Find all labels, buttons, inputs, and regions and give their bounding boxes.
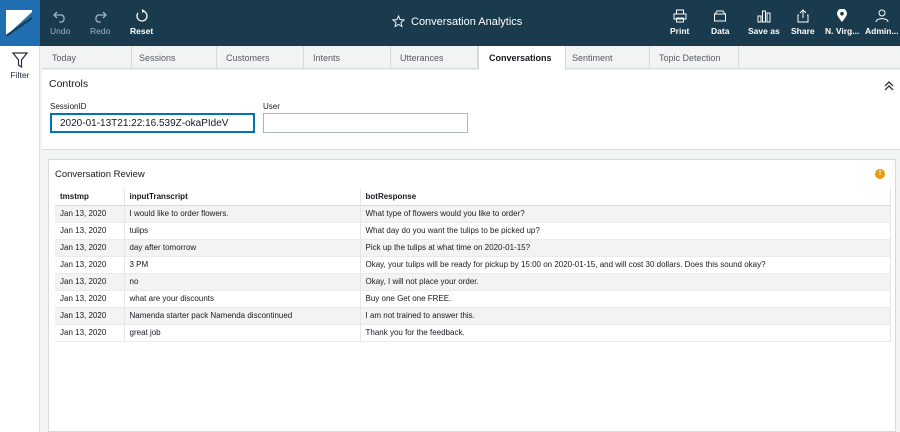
tab-conversations[interactable]: Conversations <box>478 46 566 70</box>
cell-bot-response: Buy one Get one FREE. <box>360 290 891 308</box>
reset-button[interactable]: Reset <box>130 6 153 36</box>
user-input[interactable] <box>263 113 468 133</box>
cell-tmstmp: Jan 13, 2020 <box>55 222 125 240</box>
table-row[interactable]: Jan 13, 2020 no Okay, I will not place you… <box>55 273 891 291</box>
share-label: Share <box>791 26 815 36</box>
save-as-label: Save as <box>748 26 780 36</box>
reset-icon <box>130 6 153 23</box>
panel-title: Conversation Review <box>55 169 145 180</box>
session-id-label: SessionID <box>50 102 87 111</box>
cell-input-transcript: I would like to order flowers. <box>124 205 361 223</box>
cell-input-transcript: day after tomorrow <box>124 239 361 257</box>
cell-tmstmp: Jan 13, 2020 <box>55 273 125 291</box>
admin-label: Admin... <box>865 26 899 36</box>
tab-customers[interactable]: Customers <box>216 46 304 69</box>
cell-bot-response: Thank you for the feedback. <box>360 324 891 342</box>
cell-input-transcript: no <box>124 273 361 291</box>
column-header-bot-response[interactable]: botResponse <box>360 189 891 206</box>
table-row[interactable]: Jan 13, 2020 great job Thank you for the f… <box>55 324 891 342</box>
cell-input-transcript: tulips <box>124 222 361 240</box>
cell-tmstmp: Jan 13, 2020 <box>55 324 125 342</box>
conversation-table: tmstmp inputTranscript botResponse Jan 1… <box>55 189 891 342</box>
session-id-input[interactable]: 2020-01-13T21:22:16.539Z-okaPIdeV <box>50 113 255 133</box>
conversation-review-panel: Conversation Review ! tmstmp inputTransc… <box>48 159 896 432</box>
admin-button[interactable]: Admin... <box>865 6 899 36</box>
data-icon <box>711 6 729 23</box>
region-label: N. Virg... <box>825 26 860 36</box>
cell-input-transcript: Namenda starter pack Namenda discontinue… <box>124 307 361 325</box>
filter-button[interactable]: Filter <box>5 52 35 80</box>
cell-input-transcript: what are your discounts <box>124 290 361 308</box>
cell-bot-response: Okay, I will not place your order. <box>360 273 891 291</box>
cell-tmstmp: Jan 13, 2020 <box>55 290 125 308</box>
tab-today[interactable]: Today <box>42 46 132 69</box>
tab-sessions[interactable]: Sessions <box>129 46 217 69</box>
collapse-up-icon <box>884 81 894 91</box>
table-row[interactable]: Jan 13, 2020 tulips What day do you want t… <box>55 222 891 240</box>
undo-label: Undo <box>50 26 71 36</box>
user-icon <box>865 6 899 23</box>
filter-label: Filter <box>10 70 30 80</box>
print-label: Print <box>670 26 690 36</box>
table-row[interactable]: Jan 13, 2020 what are your discounts Buy o… <box>55 290 891 308</box>
table-row[interactable]: Jan 13, 2020 Namenda starter pack Namenda… <box>55 307 891 325</box>
cell-bot-response: What day do you want the tulips to be pi… <box>360 222 891 240</box>
cell-bot-response: I am not trained to answer this. <box>360 307 891 325</box>
tab-topic-detection[interactable]: Topic Detection <box>649 46 739 69</box>
share-icon <box>791 6 815 23</box>
page-title: Conversation Analytics <box>411 15 523 28</box>
location-pin-icon <box>825 6 859 23</box>
cell-tmstmp: Jan 13, 2020 <box>55 307 125 325</box>
cell-input-transcript: 3 PM <box>124 256 361 274</box>
top-toolbar: Undo Redo Reset Conversation Analytics P… <box>0 0 900 46</box>
data-button[interactable]: Data <box>711 6 729 36</box>
redo-label: Redo <box>90 26 111 36</box>
column-header-input-transcript[interactable]: inputTranscript <box>124 189 361 206</box>
dashboard-title[interactable]: Conversation Analytics <box>392 15 522 28</box>
undo-icon <box>50 6 70 23</box>
data-label: Data <box>711 26 730 36</box>
tab-sentiment[interactable]: Sentiment <box>562 46 650 69</box>
logo-icon <box>5 10 33 37</box>
filter-icon <box>11 52 29 69</box>
print-button[interactable]: Print <box>670 6 689 36</box>
table-row[interactable]: Jan 13, 2020 3 PM Okay, your tulips will b… <box>55 256 891 274</box>
cell-tmstmp: Jan 13, 2020 <box>55 205 125 223</box>
tab-intents[interactable]: Intents <box>303 46 391 69</box>
warning-icon[interactable]: ! <box>875 169 885 179</box>
cell-tmstmp: Jan 13, 2020 <box>55 256 125 274</box>
sheet-tabs: Today Sessions Customers Intents Utteran… <box>42 46 900 70</box>
table-row[interactable]: Jan 13, 2020 day after tomorrow Pick up th… <box>55 239 891 257</box>
redo-icon <box>90 6 110 23</box>
star-icon[interactable] <box>392 15 405 28</box>
undo-button[interactable]: Undo <box>50 6 70 36</box>
reset-label: Reset <box>130 26 154 36</box>
cell-bot-response: Pick up the tulips at what time on 2020-… <box>360 239 891 257</box>
collapse-button[interactable] <box>884 78 894 96</box>
table-row[interactable]: Jan 13, 2020 I would like to order flower… <box>55 205 891 223</box>
table-header: tmstmp inputTranscript botResponse <box>55 189 891 206</box>
controls-panel: Controls SessionID 2020-01-13T21:22:16.5… <box>42 70 900 150</box>
user-label: User <box>263 102 280 111</box>
left-rail: Filter <box>0 46 40 432</box>
column-header-tmstmp[interactable]: tmstmp <box>55 189 125 206</box>
region-button[interactable]: N. Virg... <box>825 6 859 36</box>
print-icon <box>670 6 689 23</box>
save-as-button[interactable]: Save as <box>748 6 780 36</box>
cell-bot-response: What type of flowers would you like to o… <box>360 205 891 223</box>
share-button[interactable]: Share <box>791 6 815 36</box>
redo-button[interactable]: Redo <box>90 6 110 36</box>
controls-title: Controls <box>49 78 89 90</box>
bar-chart-icon <box>748 6 780 23</box>
app-logo[interactable] <box>0 0 40 46</box>
cell-bot-response: Okay, your tulips will be ready for pick… <box>360 256 891 274</box>
cell-input-transcript: great job <box>124 324 361 342</box>
tab-utterances[interactable]: Utterances <box>390 46 478 69</box>
cell-tmstmp: Jan 13, 2020 <box>55 239 125 257</box>
